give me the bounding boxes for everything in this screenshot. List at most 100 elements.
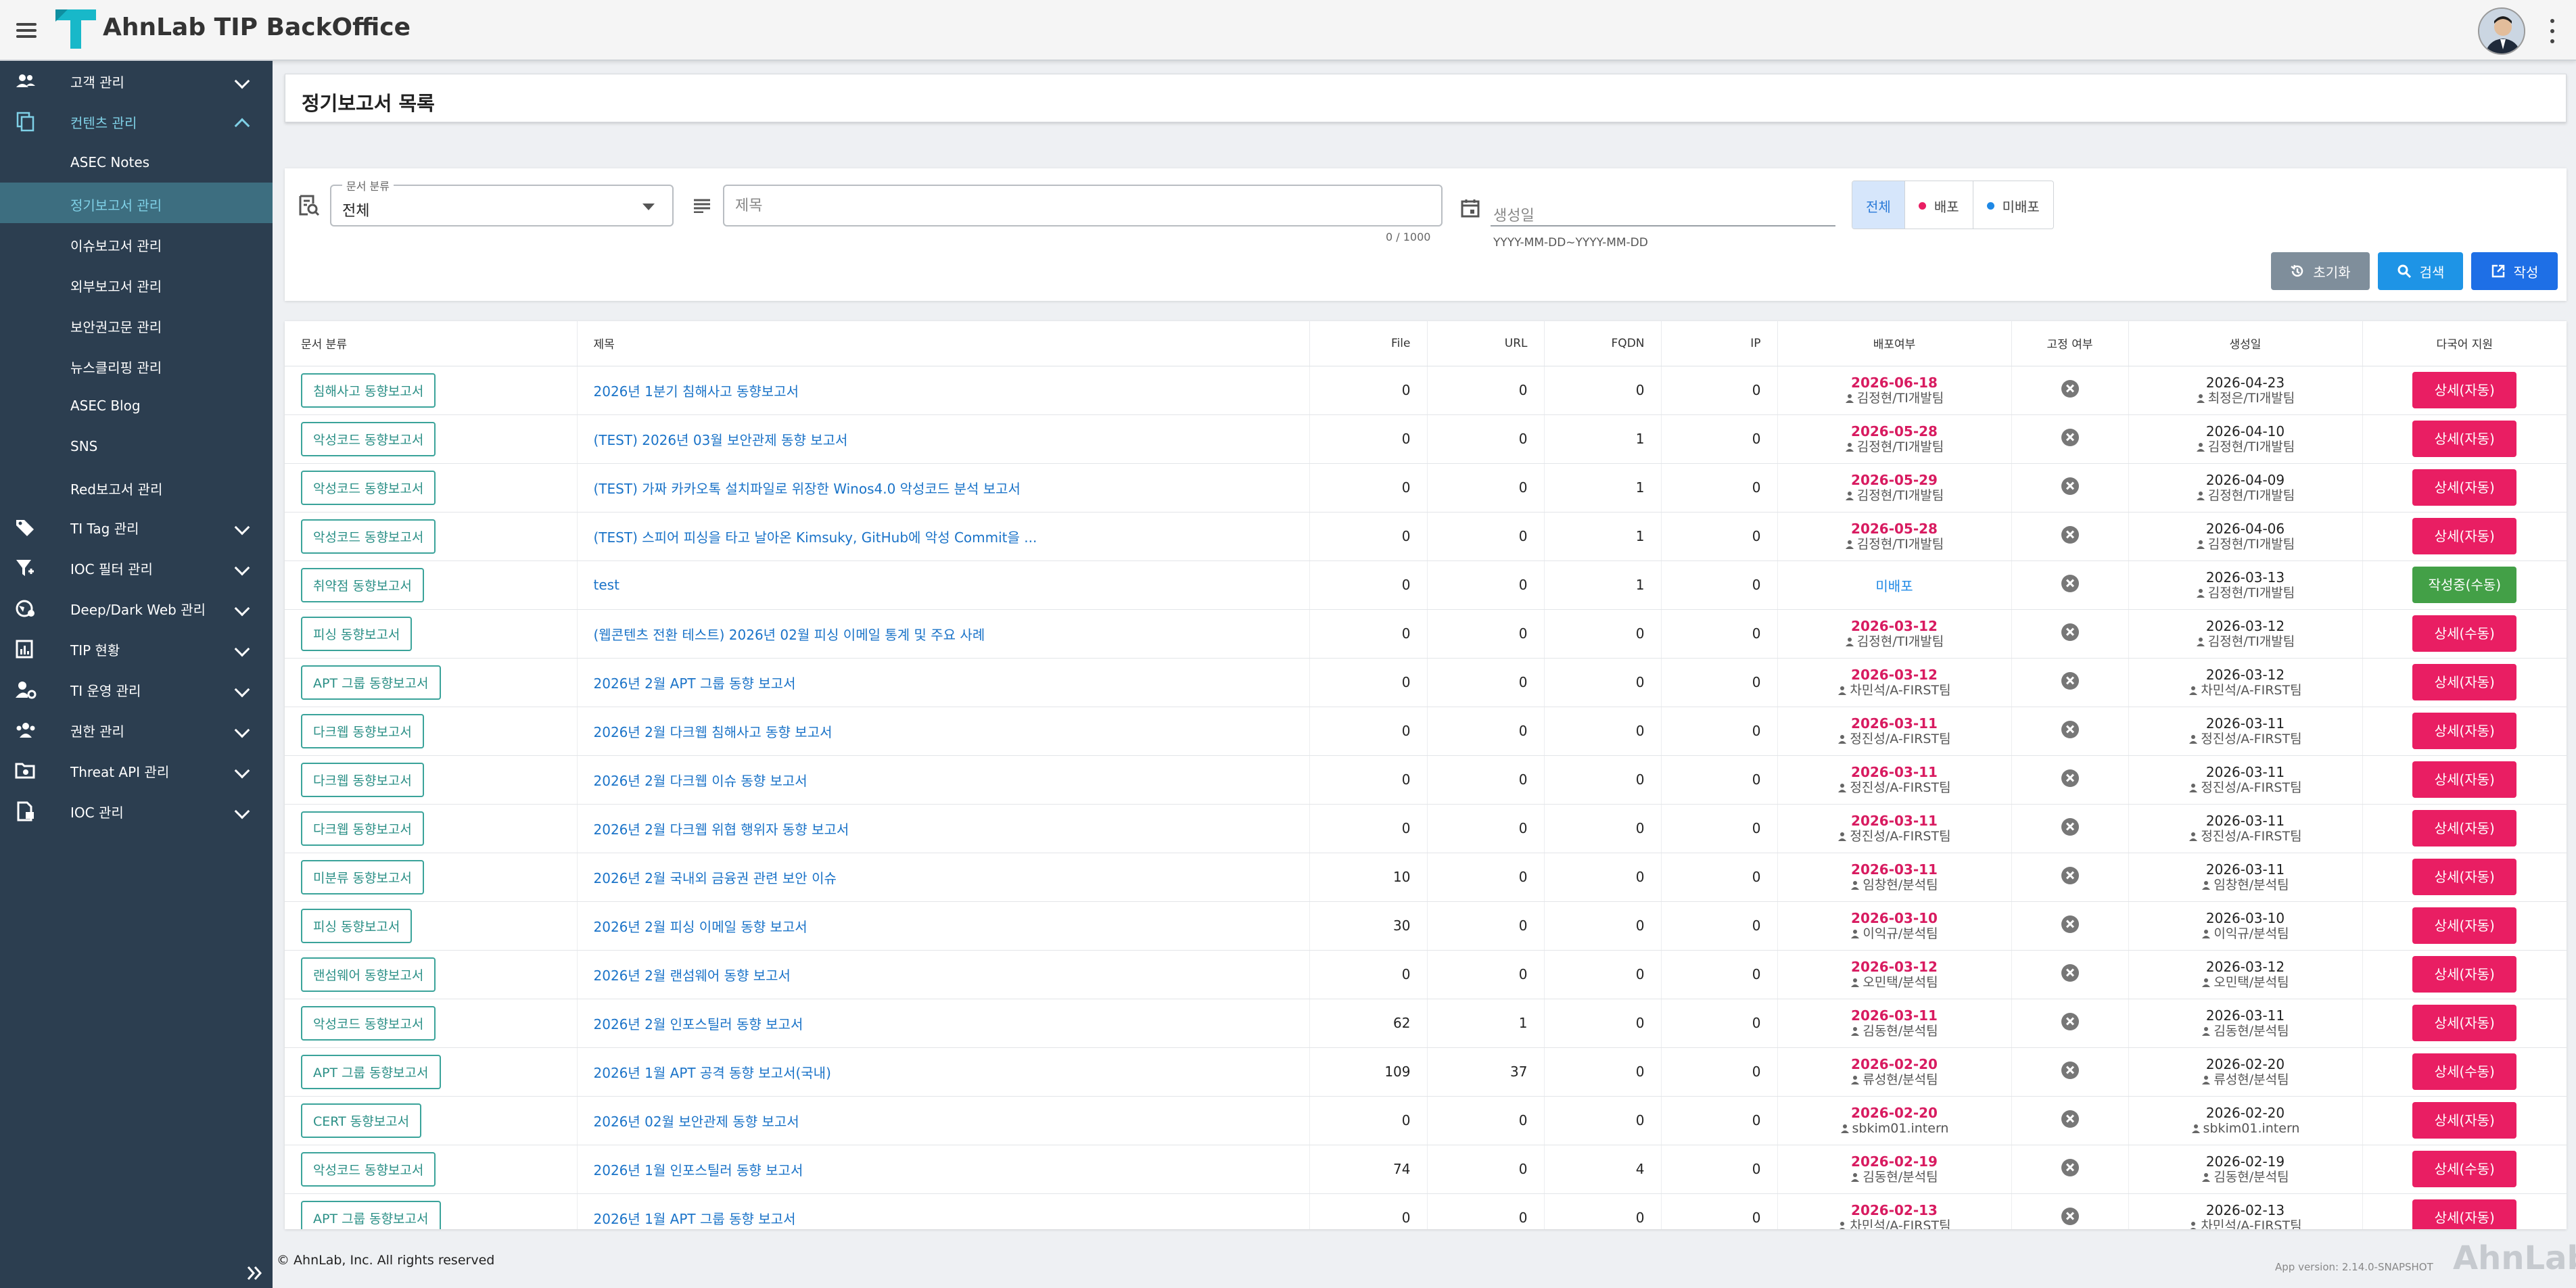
multilang-detail-button[interactable]: 상세(자동) [2412, 859, 2517, 895]
not-pinned-icon[interactable] [2061, 915, 2079, 933]
category-chip[interactable]: 다크웹 동향보고서 [301, 713, 424, 748]
double-chevron-right-icon[interactable] [245, 1263, 265, 1283]
sidebar-item-external-report[interactable]: 외부보고서 관리 [0, 264, 273, 304]
category-chip[interactable]: 랜섬웨어 동향보고서 [301, 957, 436, 992]
col-header-deploy[interactable]: 배포여부 [1777, 321, 2012, 366]
not-pinned-icon[interactable] [2061, 574, 2079, 592]
multilang-detail-button[interactable]: 작성중(수동) [2412, 567, 2517, 603]
table-row[interactable]: APT 그룹 동향보고서 2026년 1월 APT 그룹 동향 보고서 0 0 0 0 20… [285, 1193, 2567, 1229]
not-pinned-icon[interactable] [2061, 1012, 2079, 1030]
category-chip[interactable]: CERT 동향보고서 [301, 1103, 422, 1138]
category-select[interactable]: 문서 분류 전체 [330, 177, 674, 226]
table-row[interactable]: 악성코드 동향보고서 (TEST) 스피어 피싱을 타고 날아온 Kimsuky,… [285, 512, 2567, 561]
not-pinned-icon[interactable] [2061, 428, 2079, 446]
multilang-detail-button[interactable]: 상세(자동) [2412, 372, 2517, 408]
col-header-title[interactable]: 제목 [577, 321, 1310, 366]
not-pinned-icon[interactable] [2061, 623, 2079, 641]
not-pinned-icon[interactable] [2061, 720, 2079, 738]
multilang-detail-button[interactable]: 상세(자동) [2412, 761, 2517, 798]
sidebar-item-issue-report[interactable]: 이슈보고서 관리 [0, 223, 273, 264]
not-pinned-icon[interactable] [2061, 769, 2079, 787]
not-pinned-icon[interactable] [2061, 963, 2079, 982]
sidebar-item-sns[interactable]: SNS [0, 426, 273, 467]
reset-button[interactable]: 초기화 [2271, 252, 2370, 290]
table-row[interactable]: 침해사고 동향보고서 2026년 1분기 침해사고 동향보고서 0 0 0 0 2026-0… [285, 366, 2567, 415]
table-row[interactable]: 피싱 동향보고서 2026년 2월 피싱 이메일 동향 보고서 30 0 0 0 2026-… [285, 901, 2567, 951]
table-row[interactable]: 다크웹 동향보고서 2026년 2월 다크웹 침해사고 동향 보고서 0 0 0 0 202… [285, 707, 2567, 756]
report-title-link[interactable]: (웹콘텐츠 전환 테스트) 2026년 02월 피싱 이메일 통계 및 주요 사… [594, 624, 1293, 644]
sidebar-group-ti-tag[interactable]: TI Tag 관리 [0, 507, 273, 548]
not-pinned-icon[interactable] [2061, 671, 2079, 690]
sidebar-group-deep-dark-web[interactable]: Deep/Dark Web 관리 [0, 588, 273, 629]
menu-icon[interactable] [15, 19, 38, 42]
created-date-range-input[interactable]: 생성일 [1491, 189, 1835, 226]
not-pinned-icon[interactable] [2061, 1110, 2079, 1128]
category-chip[interactable]: 다크웹 동향보고서 [301, 762, 424, 797]
category-chip[interactable]: 침해사고 동향보고서 [301, 373, 436, 408]
multilang-detail-button[interactable]: 상세(자동) [2412, 956, 2517, 993]
sidebar-group-ioc[interactable]: IOC 관리 [0, 791, 273, 832]
report-title-link[interactable]: 2026년 2월 피싱 이메일 동향 보고서 [594, 916, 1293, 936]
category-chip[interactable]: 악성코드 동향보고서 [301, 519, 436, 554]
avatar[interactable] [2478, 7, 2525, 55]
sidebar-item-red-report[interactable]: Red보고서 관리 [0, 467, 273, 507]
sidebar-group-customer[interactable]: 고객 관리 [0, 61, 273, 101]
col-header-fqdn[interactable]: FQDN [1544, 321, 1662, 366]
write-button[interactable]: 작성 [2471, 252, 2558, 290]
sidebar-item-advisory[interactable]: 보안권고문 관리 [0, 304, 273, 345]
col-header-ip[interactable]: IP [1661, 321, 1778, 366]
multilang-detail-button[interactable]: 상세(자동) [2412, 421, 2517, 457]
multilang-detail-button[interactable]: 상세(수동) [2412, 1053, 2517, 1090]
sidebar-item-news-clipping[interactable]: 뉴스클리핑 관리 [0, 345, 273, 385]
multilang-detail-button[interactable]: 상세(자동) [2412, 810, 2517, 846]
col-header-created[interactable]: 생성일 [2128, 321, 2363, 366]
col-header-category[interactable]: 문서 분류 [285, 321, 578, 366]
title-search-input[interactable] [723, 185, 1443, 226]
col-header-url[interactable]: URL [1427, 321, 1545, 366]
search-button[interactable]: 검색 [2378, 252, 2463, 290]
table-row[interactable]: 악성코드 동향보고서 2026년 1월 인포스틸러 동향 보고서 74 0 4 0 2026… [285, 1145, 2567, 1194]
not-pinned-icon[interactable] [2061, 1207, 2079, 1225]
sidebar-group-ti-operation[interactable]: TI 운영 관리 [0, 669, 273, 710]
table-row[interactable]: APT 그룹 동향보고서 2026년 2월 APT 그룹 동향 보고서 0 0 0 0 20… [285, 658, 2567, 707]
table-row[interactable]: APT 그룹 동향보고서 2026년 1월 APT 공격 동향 보고서(국내) 10… [285, 1047, 2567, 1097]
category-chip[interactable]: 악성코드 동향보고서 [301, 1005, 436, 1041]
not-pinned-icon[interactable] [2061, 817, 2079, 836]
table-row[interactable]: 악성코드 동향보고서 (TEST) 2026년 03월 보안관제 동향 보고서 0 0… [285, 414, 2567, 464]
more-options-icon[interactable] [2548, 19, 2556, 43]
category-chip[interactable]: 악성코드 동향보고서 [301, 470, 436, 505]
report-title-link[interactable]: 2026년 2월 다크웹 침해사고 동향 보고서 [594, 721, 1293, 741]
sidebar-item-asec-blog[interactable]: ASEC Blog [0, 385, 273, 426]
report-title-link[interactable]: (TEST) 2026년 03월 보안관제 동향 보고서 [594, 429, 1293, 449]
report-title-link[interactable]: 2026년 2월 국내외 금융권 관련 보안 이슈 [594, 867, 1293, 887]
toggle-deployed[interactable]: 배포 [1905, 181, 1973, 229]
not-pinned-icon[interactable] [2061, 1061, 2079, 1079]
report-title-link[interactable]: 2026년 1월 인포스틸러 동향 보고서 [594, 1160, 1293, 1179]
multilang-detail-button[interactable]: 상세(자동) [2412, 1199, 2517, 1229]
table-row[interactable]: 악성코드 동향보고서 2026년 2월 인포스틸러 동향 보고서 62 1 0 0 2026… [285, 999, 2567, 1048]
sidebar-item-regular-report[interactable]: 정기보고서 관리 [0, 183, 273, 223]
col-header-pinned[interactable]: 고정 여부 [2011, 321, 2129, 366]
category-chip[interactable]: 피싱 동향보고서 [301, 908, 413, 943]
report-title-link[interactable]: 2026년 1월 APT 공격 동향 보고서(국내) [594, 1062, 1293, 1082]
table-row[interactable]: 피싱 동향보고서 (웹콘텐츠 전환 테스트) 2026년 02월 피싱 이메일 통… [285, 609, 2567, 659]
sidebar-group-threat-api[interactable]: Threat API 관리 [0, 750, 273, 791]
report-title-link[interactable]: 2026년 2월 인포스틸러 동향 보고서 [594, 1013, 1293, 1033]
category-chip[interactable]: 취약점 동향보고서 [301, 567, 424, 602]
not-pinned-icon[interactable] [2061, 477, 2079, 495]
table-row[interactable]: 취약점 동향보고서 test 0 0 1 0 미배포 2026-03-13 김정현/TI개발팀 작… [285, 560, 2567, 610]
multilang-detail-button[interactable]: 상세(자동) [2412, 907, 2517, 944]
category-chip[interactable]: 미분류 동향보고서 [301, 859, 424, 895]
toggle-undeployed[interactable]: 미배포 [1973, 181, 2053, 229]
table-row[interactable]: 악성코드 동향보고서 (TEST) 가짜 카카오톡 설치파일로 위장한 Winos… [285, 463, 2567, 512]
category-chip[interactable]: 피싱 동향보고서 [301, 616, 413, 651]
table-row[interactable]: 랜섬웨어 동향보고서 2026년 2월 랜섬웨어 동향 보고서 0 0 0 0 2026-0… [285, 950, 2567, 999]
toggle-all[interactable]: 전체 [1852, 181, 1905, 229]
multilang-detail-button[interactable]: 상세(자동) [2412, 713, 2517, 749]
multilang-detail-button[interactable]: 상세(수동) [2412, 615, 2517, 652]
report-title-link[interactable]: 2026년 2월 다크웹 위협 행위자 동향 보고서 [594, 819, 1293, 838]
col-header-multilang[interactable]: 다국어 지원 [2362, 321, 2567, 366]
not-pinned-icon[interactable] [2061, 525, 2079, 544]
not-pinned-icon[interactable] [2061, 379, 2079, 398]
sidebar-group-ioc-filter[interactable]: IOC 필터 관리 [0, 548, 273, 588]
